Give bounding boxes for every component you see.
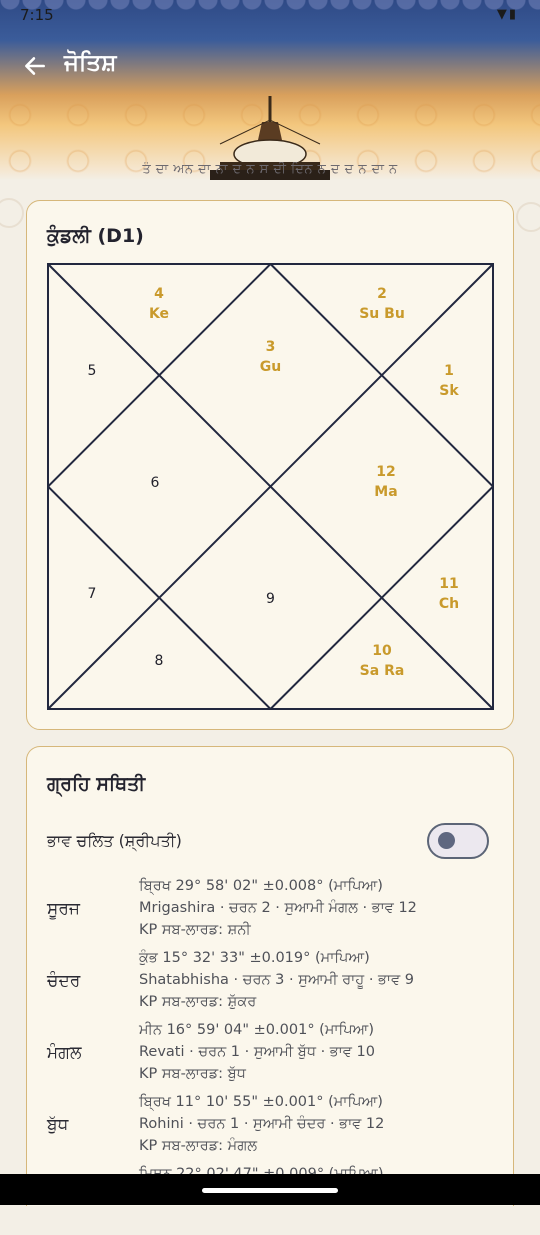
house-planets: Ma: [374, 484, 397, 500]
planet-row-chandra: ਚੰਦਰ ਕੁੰਭ 15° 32' 33" ±0.019° (ਮਾਪਿਆ) Sh…: [47, 947, 495, 1019]
toggle-knob: [438, 832, 455, 849]
bhav-chalit-toggle[interactable]: [427, 823, 489, 859]
house-planets: Ke: [149, 306, 169, 322]
kundli-title: ਕੁੰਡਲੀ (D1): [47, 225, 144, 247]
planet-row-budh: ਬੁੱਧ ਬ੍ਰਿਖ 11° 10' 55" ±0.001° (ਮਾਪਿਆ) R…: [47, 1091, 495, 1163]
house-number: 2: [377, 286, 387, 302]
planet-position: ਮੀਨ 16° 59' 04" ±0.001° (ਮਾਪਿਆ): [139, 1022, 374, 1038]
kundli-chart: 4 Ke 2 Su Bu 3 Gu 1 Sk 5 6 12 Ma 7 9 11 Ch 8 10 Sa Ra: [47, 263, 494, 710]
house-number: 7: [88, 586, 97, 602]
clipped-info-line: ਤੰ ਦਾ ਅਨ ਦਾ ਨਾ ਦ ਨ ਸ ਦੀ ਦਿਨ ਨ ਦ ਦ ਨ ਦਾ ਨ: [142, 162, 398, 176]
graha-title: ਗ੍ਰਹਿ ਸਥਿਤੀ: [47, 773, 146, 795]
house-planets: Ch: [439, 596, 459, 612]
bunting-decoration: [0, 0, 540, 26]
planet-nakshatra: Mrigashira · ਚਰਨ 2 · ਸੁਆਮੀ ਮੰਗਲ · ਭਾਵ 12: [139, 900, 417, 916]
planet-nakshatra: Revati · ਚਰਨ 1 · ਸੁਆਮੀ ਬੁੱਧ · ਭਾਵ 10: [139, 1044, 375, 1060]
arrow-left-icon[interactable]: [22, 53, 48, 79]
house-planets: Su Bu: [359, 306, 405, 322]
status-time: 7:15: [20, 6, 54, 24]
house-number: 4: [154, 286, 164, 302]
house-planets: Sa Ra: [360, 663, 405, 679]
planet-kp-sublord: KP ਸਬ-ਲਾਰਡ: ਸ਼ੁੱਕਰ: [139, 994, 257, 1010]
planet-position: ਕੁੰਭ 15° 32' 33" ±0.019° (ਮਾਪਿਆ): [139, 950, 370, 966]
bhav-chalit-label: ਭਾਵ ਚਲਿਤ (ਸ਼੍ਰੀਪਤੀ): [47, 831, 182, 850]
house-planets: Gu: [260, 359, 281, 375]
planet-kp-sublord: KP ਸਬ-ਲਾਰਡ: ਬੁੱਧ: [139, 1066, 246, 1082]
status-icons: ▼▮: [497, 7, 518, 22]
side-ornament-right: [516, 202, 540, 232]
planet-name: ਸੂਰਜ: [47, 899, 80, 919]
planet-row-mangal: ਮੰਗਲ ਮੀਨ 16° 59' 04" ±0.001° (ਮਾਪਿਆ) Rev…: [47, 1019, 495, 1091]
wifi-icon: ▼: [496, 7, 509, 22]
house-planets: Sk: [439, 383, 459, 399]
planet-name: ਮੰਗਲ: [47, 1043, 82, 1063]
side-ornament-left: [0, 198, 24, 228]
planet-kp-sublord: KP ਸਬ-ਲਾਰਡ: ਸ਼ਨੀ: [139, 922, 251, 938]
house-number: 5: [88, 363, 97, 379]
house-number: 11: [439, 576, 458, 592]
planet-name: ਚੰਦਰ: [47, 971, 81, 991]
planet-position: ਬ੍ਰਿਖ 29° 58' 02" ±0.008° (ਮਾਪਿਆ): [139, 878, 383, 894]
planet-kp-sublord: KP ਸਬ-ਲਾਰਡ: ਮੰਗਲ: [139, 1138, 258, 1154]
graha-card: ਗ੍ਰਹਿ ਸਥਿਤੀ ਭਾਵ ਚਲਿਤ (ਸ਼੍ਰੀਪਤੀ) ਸੂਰਜ ਬ੍ਰ…: [26, 746, 514, 1206]
house-number: 3: [266, 339, 276, 355]
battery-icon: ▮: [508, 7, 518, 22]
house-number: 6: [151, 475, 160, 491]
planet-nakshatra: Shatabhisha · ਚਰਨ 3 · ਸੁਆਮੀ ਰਾਹੂ · ਭਾਵ 9: [139, 972, 414, 988]
house-number: 10: [372, 643, 392, 659]
planet-position: ਬ੍ਰਿਖ 11° 10' 55" ±0.001° (ਮਾਪਿਆ): [139, 1094, 383, 1110]
planet-nakshatra: Rohini · ਚਰਨ 1 · ਸੁਆਮੀ ਚੰਦਰ · ਭਾਵ 12: [139, 1116, 385, 1132]
house-number: 9: [266, 591, 275, 607]
house-number: 1: [444, 363, 454, 379]
kundli-card: ਕੁੰਡਲੀ (D1) 4 Ke 2 Su Bu 3 Gu 1 Sk 5 6 12 Ma 7 9 11 Ch 8…: [26, 200, 514, 730]
house-number: 8: [155, 653, 164, 669]
house-number: 12: [376, 464, 395, 480]
planet-row-surya: ਸੂਰਜ ਬ੍ਰਿਖ 29° 58' 02" ±0.008° (ਮਾਪਿਆ) M…: [47, 875, 495, 947]
home-handle[interactable]: [202, 1188, 338, 1193]
planet-name: ਬੁੱਧ: [47, 1115, 69, 1135]
bhav-chalit-row: ਭਾਵ ਚਲਿਤ (ਸ਼੍ਰੀਪਤੀ): [47, 823, 495, 873]
page-title: ਜੋਤਿਸ਼: [64, 50, 117, 76]
